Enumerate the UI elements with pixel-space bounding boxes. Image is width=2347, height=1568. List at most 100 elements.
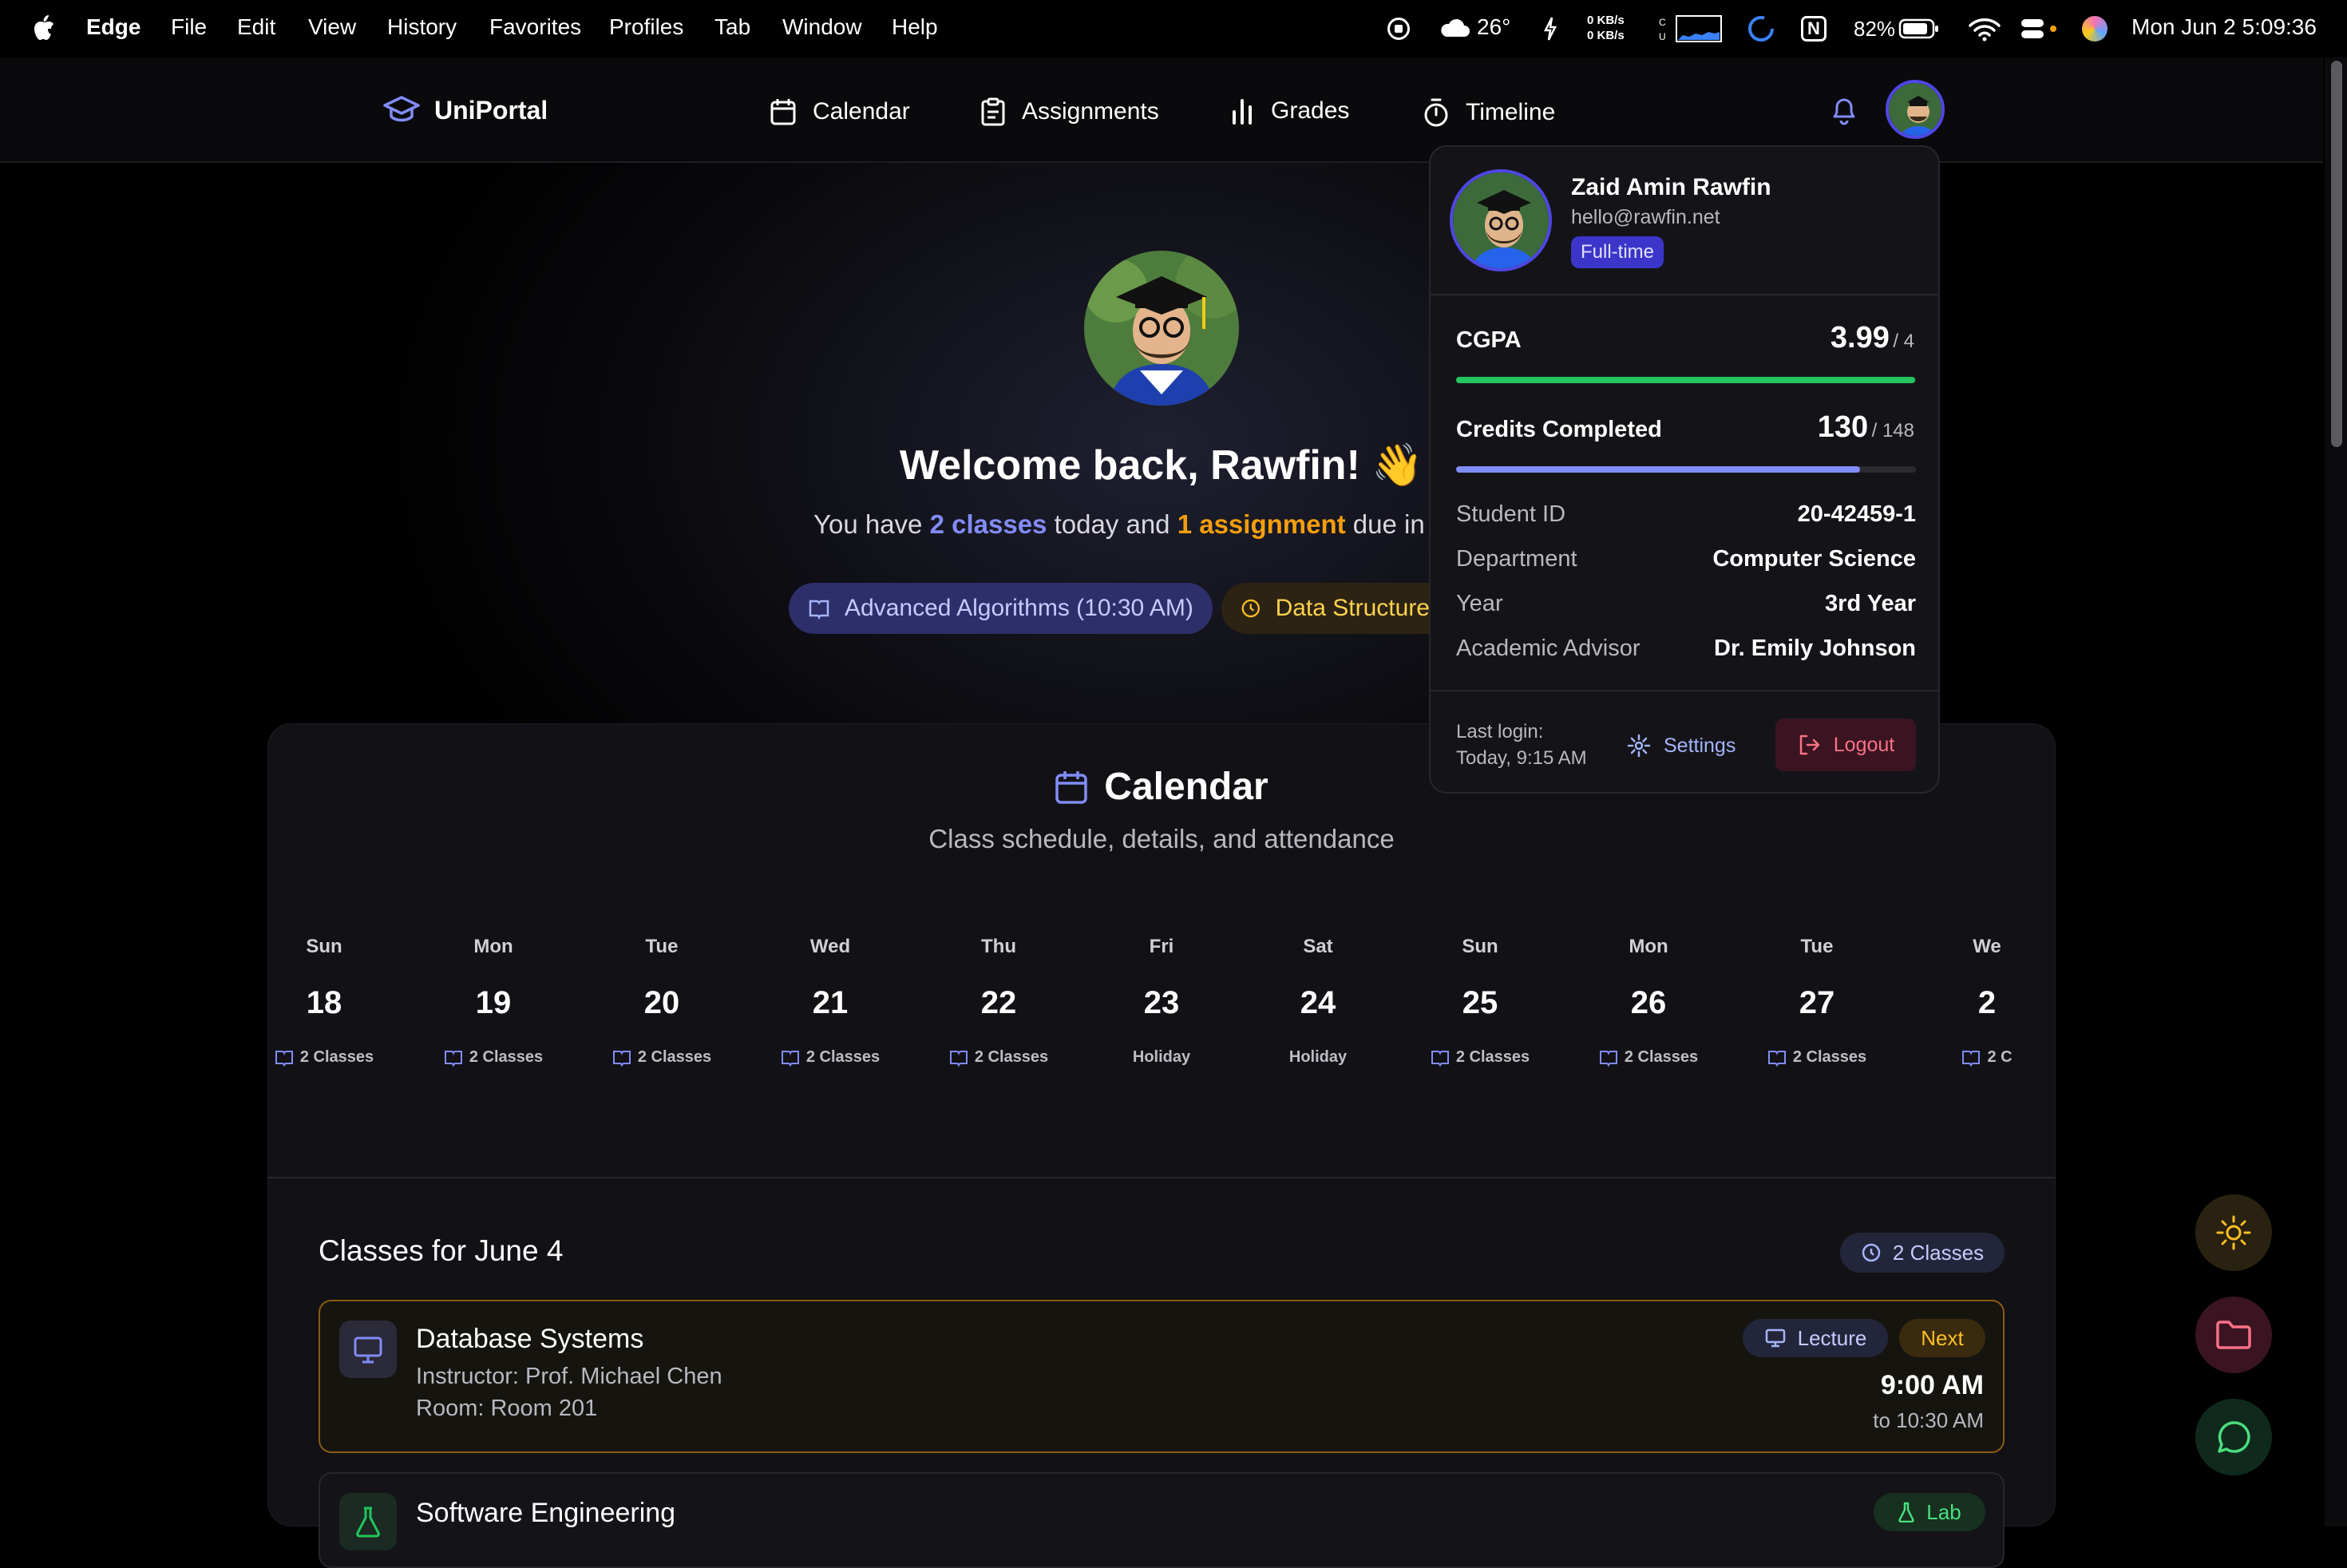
calendar-day[interactable]: Tue 20 2 Classes — [590, 936, 734, 1067]
calendar-day[interactable]: Tue 27 2 Classes — [1745, 936, 1889, 1067]
cgpa-max: / 4 — [1893, 331, 1914, 352]
wifi-icon[interactable] — [1969, 18, 2001, 42]
calendar-day[interactable]: Mon 26 2 Classes — [1577, 936, 1720, 1067]
clock-icon — [1862, 1243, 1881, 1262]
menu-view[interactable]: View — [308, 14, 356, 40]
day-date: 24 — [1300, 985, 1336, 1020]
assignment-pill[interactable]: Data Structures — [1221, 583, 1461, 634]
field-value: 20-42459-1 — [1797, 501, 1916, 527]
brand-name: UniPortal — [434, 95, 548, 125]
menu-window[interactable]: Window — [782, 14, 862, 40]
menu-favorites[interactable]: Favorites — [489, 14, 581, 40]
files-button[interactable] — [2195, 1297, 2272, 1373]
profile-name: Zaid Amin Rawfin — [1571, 174, 1771, 200]
settings-button[interactable]: Settings — [1627, 720, 1736, 771]
weather-icon[interactable] — [1439, 16, 1470, 40]
menu-profiles[interactable]: Profiles — [609, 14, 683, 40]
day-info-label: 2 C — [1987, 1048, 2013, 1066]
control-center-icon[interactable] — [2020, 18, 2058, 40]
field-department: Department Computer Science — [1456, 546, 1916, 572]
siri-icon[interactable] — [2082, 16, 2108, 42]
cpu-graph-icon[interactable]: CU — [1657, 13, 1723, 45]
notion-icon[interactable]: N — [1801, 16, 1827, 42]
welcome-heading: Welcome back, Rawfin! 👋 — [899, 442, 1424, 489]
network-stats[interactable]: 0 KB/s 0 KB/s — [1587, 13, 1625, 43]
presentation-icon — [1765, 1328, 1785, 1348]
class-type-icon-box — [339, 1493, 397, 1550]
day-info: 2 Classes — [1745, 1048, 1889, 1067]
day-name: Mon — [1629, 936, 1668, 957]
nav-grades[interactable]: Grades — [1229, 97, 1349, 125]
cgpa-label: CGPA — [1456, 327, 1522, 353]
calendar-icon — [770, 99, 796, 125]
divider — [1431, 690, 1938, 691]
brand[interactable]: UniPortal — [383, 94, 548, 126]
record-icon[interactable] — [1387, 18, 1410, 40]
book-icon — [1767, 1050, 1786, 1067]
net-up: 0 KB/s — [1587, 14, 1625, 27]
calendar-day[interactable]: We 2 2 C — [1915, 936, 2056, 1067]
menu-history[interactable]: History — [387, 14, 457, 40]
field-value: 3rd Year — [1825, 591, 1916, 616]
weather-temp[interactable]: 26° — [1477, 14, 1510, 40]
credits-max: / 148 — [1871, 420, 1914, 441]
class-type-icon-box — [339, 1321, 397, 1378]
settings-label: Settings — [1664, 734, 1736, 757]
day-date: 21 — [812, 985, 849, 1020]
loading-ring-icon[interactable] — [1747, 14, 1775, 43]
calendar-day[interactable]: Sun 18 2 Classes — [267, 936, 396, 1067]
day-info: Holiday — [1090, 1048, 1233, 1067]
summary-assignment[interactable]: 1 assignment — [1177, 509, 1346, 539]
day-date: 25 — [1462, 985, 1498, 1020]
profile-avatar — [1450, 169, 1552, 271]
scrollbar-thumb[interactable] — [2331, 61, 2342, 447]
credits-progress-fill — [1456, 466, 1860, 473]
class-item-software-engineering[interactable]: Software Engineering Lab — [319, 1472, 2005, 1568]
summary-classes[interactable]: 2 classes — [930, 509, 1047, 539]
menu-app-name[interactable]: Edge — [86, 14, 141, 40]
bolt-icon[interactable] — [1542, 16, 1558, 42]
classes-count-badge: 2 Classes — [1840, 1233, 2005, 1273]
battery-percent[interactable]: 82% — [1854, 17, 1895, 42]
credits-label: Credits Completed — [1456, 417, 1662, 442]
class-type-badge: Lecture — [1743, 1319, 1888, 1357]
nav-calendar-label: Calendar — [813, 98, 910, 125]
chat-button[interactable] — [2195, 1399, 2272, 1475]
class-item-database-systems[interactable]: Database Systems Instructor: Prof. Micha… — [319, 1300, 2005, 1453]
menu-file[interactable]: File — [171, 14, 207, 40]
menu-tab[interactable]: Tab — [714, 14, 750, 40]
today-class-pill[interactable]: Advanced Algorithms (10:30 AM) — [789, 583, 1213, 634]
next-badge: Next — [1899, 1319, 1985, 1357]
menu-datetime[interactable]: Mon Jun 2 5:09:36 — [2131, 14, 2317, 40]
day-info-label: Holiday — [1288, 1048, 1348, 1066]
day-date: 22 — [980, 985, 1017, 1020]
bar-chart-icon — [1233, 99, 1252, 125]
flask-icon — [356, 1507, 380, 1538]
menu-help[interactable]: Help — [892, 14, 938, 40]
calendar-day[interactable]: Mon 19 2 Classes — [422, 936, 565, 1067]
theme-toggle-button[interactable] — [2195, 1194, 2272, 1271]
field-year: Year 3rd Year — [1456, 591, 1916, 617]
calendar-day[interactable]: Thu 22 2 Classes — [927, 936, 1071, 1067]
battery-icon[interactable] — [1898, 18, 1940, 40]
class-instructor: Instructor: Prof. Michael Chen — [416, 1364, 722, 1389]
classes-heading: Classes for June 4 — [319, 1234, 564, 1267]
logout-button[interactable]: Logout — [1775, 719, 1916, 771]
calendar-day[interactable]: Fri 23 Holiday — [1090, 936, 1233, 1067]
menu-edit[interactable]: Edit — [237, 14, 275, 40]
bell-icon[interactable] — [1830, 94, 1858, 126]
last-login-time: Today, 9:15 AM — [1456, 747, 1587, 769]
user-avatar-button[interactable] — [1886, 80, 1945, 139]
nav-grades-label: Grades — [1271, 97, 1350, 124]
apple-icon[interactable] — [32, 14, 56, 42]
nav-assignments[interactable]: Assignments — [980, 97, 1159, 126]
calendar-day[interactable]: Sat 24 Holiday — [1246, 936, 1390, 1067]
calendar-day[interactable]: Wed 21 2 Classes — [758, 936, 902, 1067]
assignment-pill-label: Data Structures — [1275, 595, 1442, 621]
nav-timeline[interactable]: Timeline — [1423, 97, 1555, 128]
calendar-day[interactable]: Sun 25 2 Classes — [1408, 936, 1552, 1067]
scrollbar[interactable] — [2325, 57, 2347, 1526]
day-info: 2 Classes — [590, 1048, 734, 1067]
nav-calendar[interactable]: Calendar — [770, 97, 910, 126]
cgpa-progress-track — [1456, 377, 1916, 383]
